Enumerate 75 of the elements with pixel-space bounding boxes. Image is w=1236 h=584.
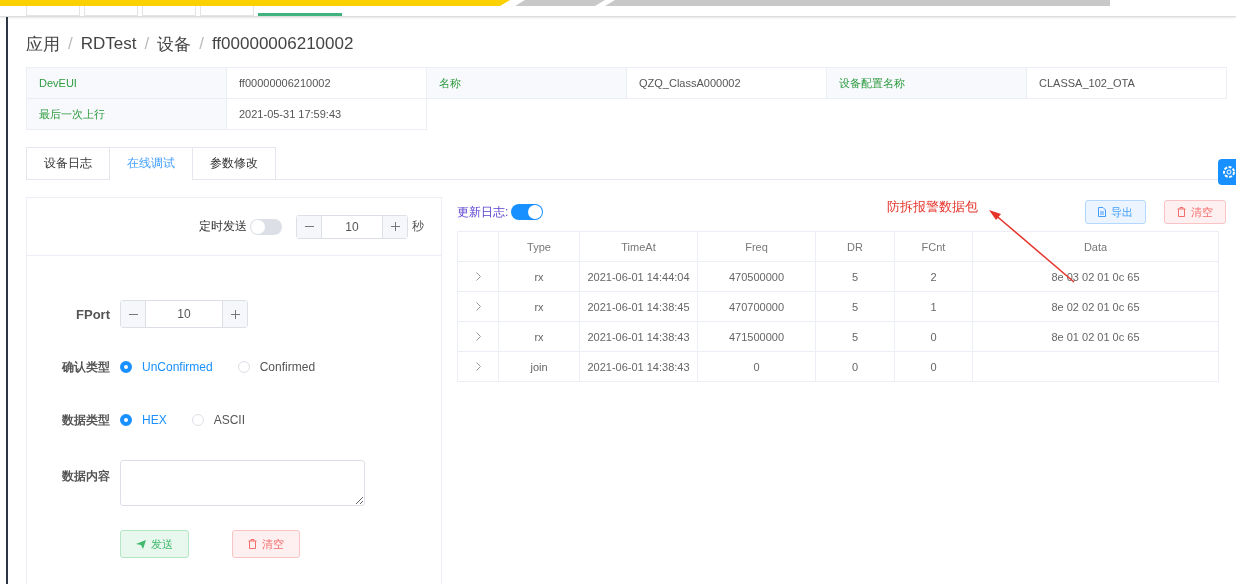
data-content-label: 数据内容 [61,468,111,485]
radio-button[interactable] [120,361,132,373]
table-cell: 8e 03 02 01 0c 65 [1051,270,1140,283]
interval-stepper[interactable]: 10 [296,214,408,239]
column-header: Type [498,231,580,262]
unit-label: 秒 [412,218,424,235]
breadcrumb-item[interactable]: RDTest [80,34,137,54]
document-icon [1098,207,1106,217]
radio-label[interactable]: ASCII [213,413,246,427]
fport-stepper[interactable]: 10 [120,300,248,328]
fport-label: FPort [75,306,111,322]
expand-icon[interactable] [475,301,481,311]
table-cell: rx [534,330,544,343]
table-cell: 470500000 [728,270,785,283]
table-cell: 1 [930,300,937,313]
data-type-label: 数据类型 [61,411,111,429]
send-icon [136,539,146,549]
table-cell: 2021-06-01 14:38:43 [587,360,690,373]
settings-icon [1222,165,1236,179]
expand-icon[interactable] [475,331,481,341]
tab[interactable]: 参数修改 [192,147,276,179]
detail-label: 名称 [426,67,627,99]
timer-switch[interactable] [250,218,282,235]
table-cell: 2021-06-01 14:38:43 [587,330,690,343]
breadcrumb-separator: / [68,34,73,54]
column-header: FCnt [894,231,973,262]
table-cell: 471500000 [728,330,785,343]
column-header: Data [972,231,1219,262]
table-cell: rx [534,270,544,283]
plus-icon [390,222,400,231]
breadcrumb-separator: / [199,34,204,54]
plus-icon [230,309,240,319]
detail-value: 2021-05-31 17:59:43 [226,98,427,130]
annotation-text: 防拆报警数据包 [887,198,978,216]
table-cell: rx [534,300,544,313]
radio-label[interactable]: Confirmed [259,360,316,374]
breadcrumb-separator: / [144,34,150,54]
table-cell: 0 [930,360,937,373]
table-cell: 8e 02 02 01 0c 65 [1051,300,1140,313]
table-cell: 0 [930,330,937,343]
column-header: DR [815,231,895,262]
column-header: Freq [697,231,816,262]
minus-icon [128,313,138,315]
settings-button[interactable] [1218,159,1236,185]
table-cell: 2021-06-01 14:44:04 [587,270,690,283]
trash-icon [1177,207,1186,217]
table-cell: 5 [851,330,859,343]
table-cell: 8e 01 02 01 0c 65 [1051,330,1140,343]
minus-icon [304,226,314,227]
timer-label: 定时发送 [199,218,247,235]
column-header: TimeAt [579,231,698,262]
confirm-type-label: 确认类型 [60,358,111,376]
table-cell: 5 [851,270,859,283]
detail-value: CLASSA_102_OTA [1026,67,1227,99]
detail-label: 设备配置名称 [826,67,1027,99]
detail-value: QZQ_ClassA000002 [626,67,827,99]
table-cell: 2021-06-01 14:38:45 [587,300,690,313]
breadcrumb-item[interactable]: 应用 [26,32,60,56]
update-log-label: 更新日志: [457,203,509,221]
radio-button[interactable] [120,414,132,426]
update-log-switch[interactable] [511,204,544,220]
breadcrumb-item: ff00000006210002 [211,34,354,54]
expand-icon[interactable] [475,361,481,371]
table-cell: 2 [930,270,937,283]
data-content-field[interactable] [120,460,365,506]
detail-label: DevEUI [26,67,227,99]
table-cell: 0 [851,360,859,373]
table-cell: 5 [851,300,859,313]
table-cell: 0 [753,360,760,373]
detail-label: 最后一次上行 [26,98,227,130]
table-cell: join [530,360,548,373]
expand-icon[interactable] [475,271,481,281]
table-cell: 470700000 [728,300,785,313]
trash-icon [248,539,257,549]
breadcrumb-item[interactable]: 设备 [157,32,192,56]
